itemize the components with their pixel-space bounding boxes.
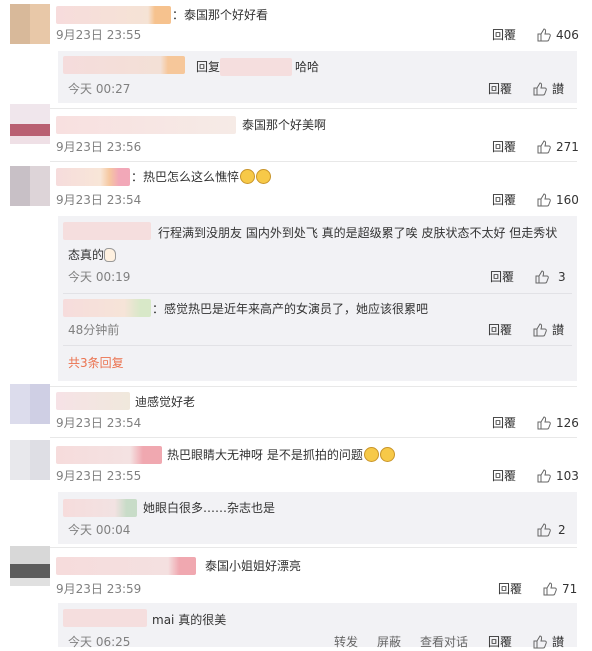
username-blurred[interactable] bbox=[56, 6, 171, 24]
reply-time: 48分钟前 bbox=[68, 323, 120, 337]
avatar[interactable] bbox=[10, 4, 50, 44]
comment-time: 9月23日 23:59 bbox=[56, 582, 142, 596]
like-label: 讃 bbox=[552, 82, 565, 96]
reply-time: 今天 00:19 bbox=[68, 270, 131, 284]
comment-text: 泰国小姐姐好漂亮 bbox=[205, 559, 302, 573]
smile-emoji-icon bbox=[240, 169, 256, 184]
reply-button[interactable]: 回覆 bbox=[492, 138, 516, 156]
username-blurred[interactable] bbox=[63, 222, 151, 240]
reply-text: 她眼白很多……杂志也是 bbox=[143, 501, 276, 515]
like-count: 271 bbox=[556, 140, 579, 154]
thumbs-up-icon[interactable] bbox=[543, 582, 557, 596]
avatar[interactable] bbox=[10, 440, 50, 480]
username-blurred[interactable] bbox=[56, 557, 196, 575]
comment-time: 9月23日 23:55 bbox=[56, 28, 142, 42]
reply-text-body: 态真的 bbox=[68, 248, 105, 262]
thumbs-up-icon[interactable] bbox=[537, 469, 551, 483]
divider bbox=[63, 345, 572, 346]
divider bbox=[63, 293, 572, 294]
comment-text: 迪感觉好老 bbox=[135, 395, 196, 409]
more-replies-link[interactable]: 共3条回复 bbox=[68, 354, 124, 372]
comment-text-body: 热巴眼睛大无神呀 是不是抓拍的问题 bbox=[167, 448, 363, 462]
comment-text-body: ：热巴怎么这么憔悴 bbox=[131, 170, 240, 184]
divider bbox=[50, 161, 577, 162]
view-conversation-button[interactable]: 查看对话 bbox=[420, 633, 468, 651]
username-blurred[interactable] bbox=[56, 392, 130, 410]
laughing-emoji-icon bbox=[379, 447, 395, 462]
comment-text: ：泰国那个好好看 bbox=[172, 8, 269, 22]
thumbs-up-icon[interactable] bbox=[533, 323, 547, 337]
username-blurred[interactable] bbox=[63, 56, 185, 74]
like-label: 讃 bbox=[552, 635, 565, 649]
thumbs-up-icon[interactable] bbox=[537, 193, 551, 207]
forward-button[interactable]: 转发 bbox=[334, 633, 358, 651]
reply-button[interactable]: 回覆 bbox=[492, 467, 516, 485]
thumbs-up-icon[interactable] bbox=[537, 416, 551, 430]
clap-hand-icon bbox=[104, 248, 117, 262]
thumbs-up-icon[interactable] bbox=[537, 28, 551, 42]
like-count: 160 bbox=[556, 193, 579, 207]
username-blurred[interactable] bbox=[56, 168, 130, 186]
thumbs-up-icon[interactable] bbox=[537, 523, 551, 537]
reply-text-line2: 态真的 bbox=[68, 246, 117, 264]
like-count: 126 bbox=[556, 416, 579, 430]
reply-button[interactable]: 回覆 bbox=[490, 268, 514, 286]
smile-emoji-icon bbox=[256, 169, 272, 184]
reply-button[interactable]: 回覆 bbox=[492, 414, 516, 432]
reply-button[interactable]: 回覆 bbox=[498, 580, 522, 598]
like-count: 3 bbox=[558, 270, 566, 284]
reply-button[interactable]: 回覆 bbox=[492, 26, 516, 44]
comment-time: 9月23日 23:54 bbox=[56, 416, 142, 430]
reply-button[interactable]: 回覆 bbox=[492, 191, 516, 209]
divider bbox=[50, 386, 577, 387]
username-blurred[interactable] bbox=[63, 299, 151, 317]
like-count: 71 bbox=[562, 582, 578, 596]
reply-button[interactable]: 回覆 bbox=[488, 80, 512, 98]
username-blurred[interactable] bbox=[56, 116, 236, 134]
like-count: 406 bbox=[556, 28, 579, 42]
username-blurred[interactable] bbox=[63, 609, 147, 627]
comment-time: 9月23日 23:54 bbox=[56, 193, 142, 207]
comment-time: 9月23日 23:56 bbox=[56, 140, 142, 154]
mention-blurred[interactable] bbox=[220, 58, 292, 76]
reply-time: 今天 00:04 bbox=[68, 523, 131, 537]
thumbs-up-icon[interactable] bbox=[537, 140, 551, 154]
reply-button[interactable]: 回覆 bbox=[488, 321, 512, 339]
reply-text: mai 真的很美 bbox=[152, 613, 227, 627]
divider bbox=[50, 547, 577, 548]
avatar[interactable] bbox=[10, 104, 50, 144]
divider bbox=[50, 108, 577, 109]
avatar[interactable] bbox=[10, 384, 50, 424]
reply-button[interactable]: 回覆 bbox=[488, 633, 512, 651]
comment-time: 9月23日 23:55 bbox=[56, 469, 142, 483]
thumbs-up-icon[interactable] bbox=[533, 82, 547, 96]
comment-text: 泰国那个好美啊 bbox=[242, 118, 327, 132]
block-button[interactable]: 屏蔽 bbox=[377, 633, 401, 651]
reply-prefix: 回复 bbox=[196, 60, 221, 74]
reply-text-line1: 行程满到没朋友 国内外到处飞 真的是超级累了唉 皮肤状态不太好 但走秀状 bbox=[158, 226, 558, 240]
like-count: 2 bbox=[558, 523, 566, 537]
divider bbox=[50, 437, 577, 438]
username-blurred[interactable] bbox=[63, 499, 137, 517]
avatar[interactable] bbox=[10, 546, 50, 586]
comment-text: 热巴眼睛大无神呀 是不是抓拍的问题 bbox=[167, 446, 395, 464]
reply-text: ：感觉热巴是近年来高产的女演员了，她应该很累吧 bbox=[152, 302, 429, 316]
reply-time: 今天 00:27 bbox=[68, 82, 131, 96]
username-blurred[interactable] bbox=[56, 446, 162, 464]
reply-time: 今天 06:25 bbox=[68, 635, 131, 649]
reply-suffix: 哈哈 bbox=[295, 60, 320, 74]
like-label: 讃 bbox=[552, 323, 565, 337]
laughing-emoji-icon bbox=[363, 447, 379, 462]
comment-text: ：热巴怎么这么憔悴 bbox=[131, 168, 272, 186]
thumbs-up-icon[interactable] bbox=[535, 270, 549, 284]
avatar[interactable] bbox=[10, 166, 50, 206]
like-count: 103 bbox=[556, 469, 579, 483]
